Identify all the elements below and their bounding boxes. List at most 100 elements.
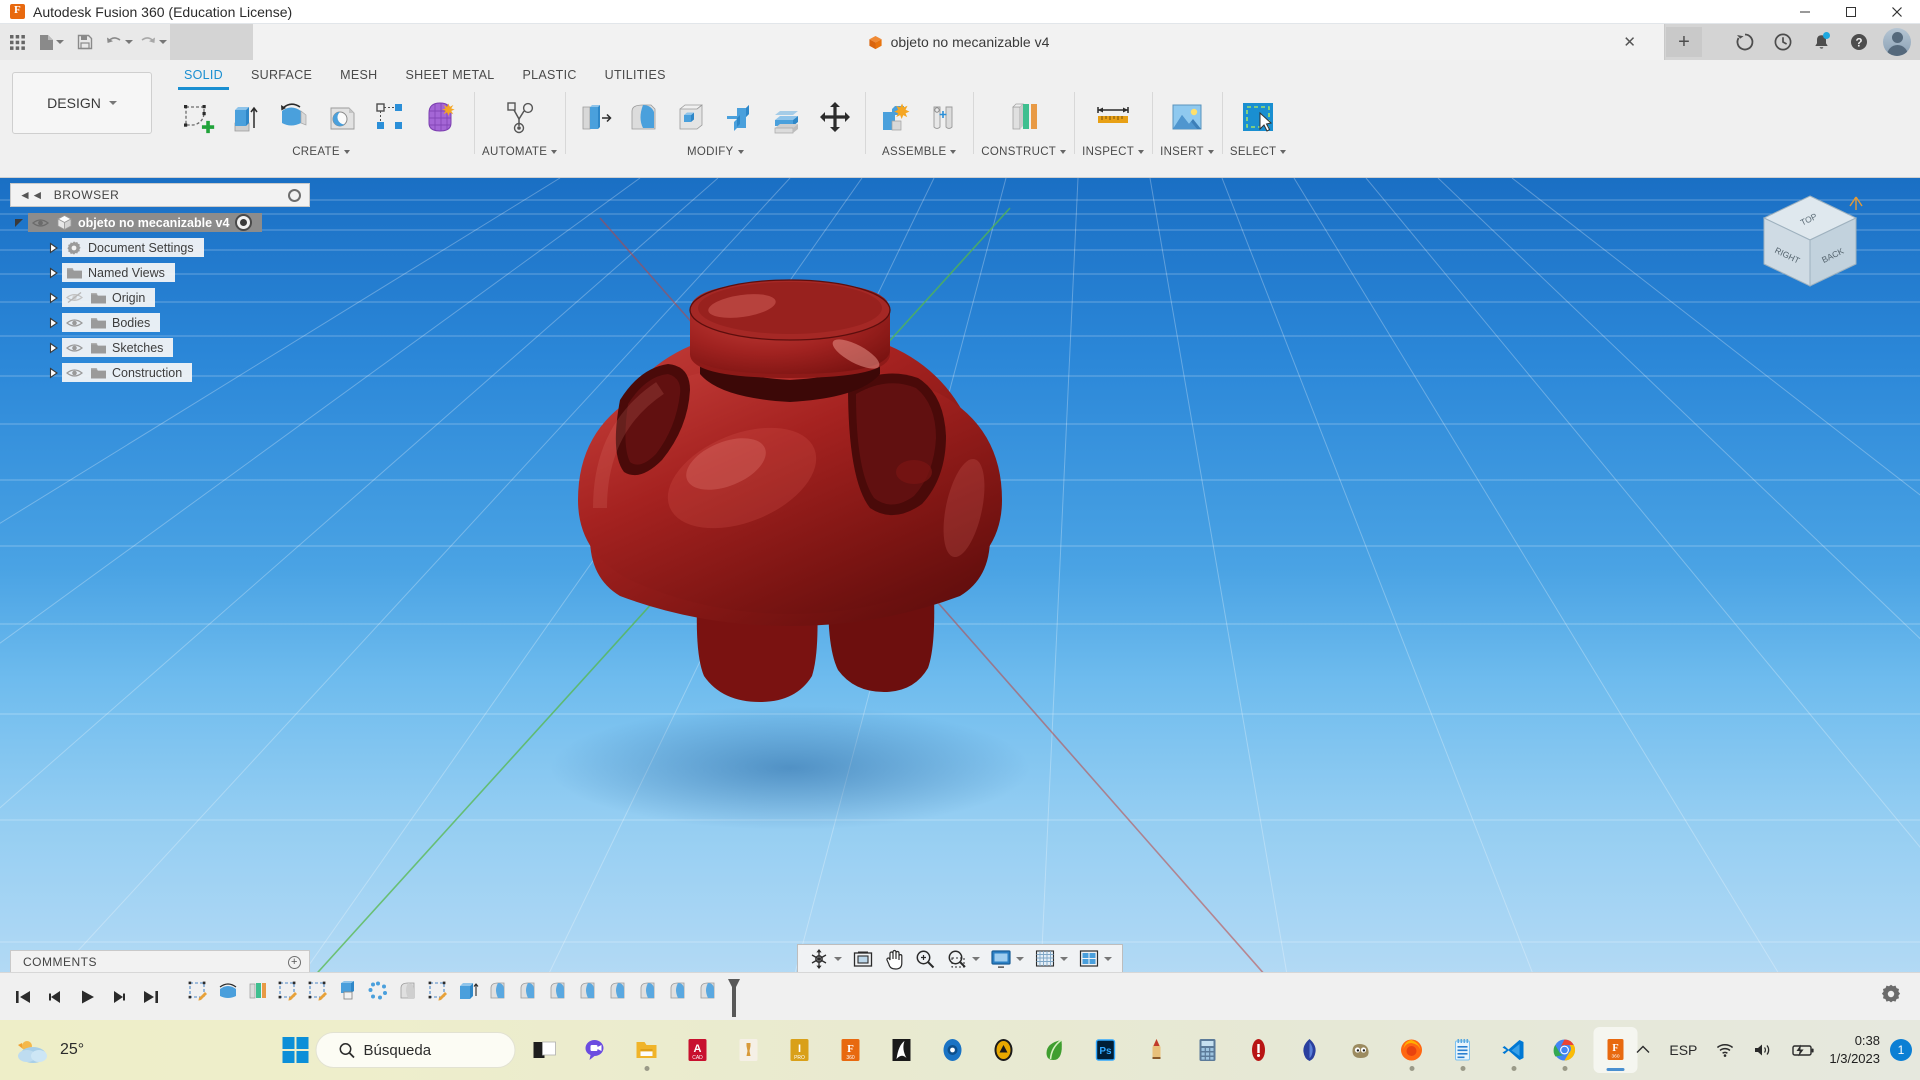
- panel-label-inspect[interactable]: INSPECT: [1082, 146, 1144, 158]
- taskbar-app-gimp[interactable]: [1339, 1027, 1383, 1073]
- chevron-down-icon[interactable]: [1104, 957, 1112, 961]
- timeline-feature-combine[interactable]: [334, 980, 361, 1014]
- zoom-icon[interactable]: [910, 946, 940, 972]
- document-tab[interactable]: objeto no mecanizable v4 ✕: [253, 24, 1665, 60]
- tree-row-construction[interactable]: Construction: [10, 361, 310, 384]
- timeline-feature-extrude[interactable]: [454, 980, 481, 1014]
- tray-expand-chevron-icon[interactable]: [1631, 1044, 1655, 1056]
- taskbar-app-taskview[interactable]: [523, 1027, 567, 1073]
- taskbar-app-blue-diamond[interactable]: [1288, 1027, 1332, 1073]
- volume-icon[interactable]: [1749, 1042, 1777, 1058]
- windows-start-icon[interactable]: [283, 1037, 309, 1063]
- timeline-feature-fillet[interactable]: [694, 980, 721, 1014]
- tab-plastic[interactable]: PLASTIC: [508, 64, 590, 86]
- tray-language-indicator[interactable]: ESP: [1665, 1042, 1701, 1058]
- chevron-down-icon[interactable]: [972, 957, 980, 961]
- timeline-feature-sketch[interactable]: [424, 980, 451, 1014]
- taskbar-app-chat[interactable]: [574, 1027, 618, 1073]
- visibility-eye-icon[interactable]: [62, 342, 86, 354]
- activate-component-radio[interactable]: [235, 214, 252, 231]
- chevron-down-icon[interactable]: [125, 40, 133, 44]
- user-avatar[interactable]: [1880, 25, 1914, 59]
- undo-icon[interactable]: [102, 24, 136, 60]
- move-copy-icon[interactable]: [813, 94, 857, 140]
- shell-icon[interactable]: [669, 94, 713, 140]
- timeline-feature-plane[interactable]: [244, 980, 271, 1014]
- chevron-down-icon[interactable]: [159, 40, 167, 44]
- play-icon[interactable]: [76, 984, 98, 1010]
- panel-label-insert[interactable]: INSERT: [1160, 146, 1214, 158]
- taskbar-app-notes[interactable]: [1441, 1027, 1485, 1073]
- viewports-icon[interactable]: [1074, 946, 1116, 972]
- timeline-feature-fillet[interactable]: [514, 980, 541, 1014]
- browser-options-icon[interactable]: [288, 189, 301, 202]
- chevron-down-icon[interactable]: [834, 957, 842, 961]
- timeline-feature-pattern[interactable]: [364, 980, 391, 1014]
- skip-to-start-icon[interactable]: [12, 984, 34, 1010]
- timeline-feature-sketch[interactable]: [184, 980, 211, 1014]
- panel-label-modify[interactable]: MODIFY: [687, 146, 744, 158]
- visibility-eye-icon[interactable]: [62, 367, 86, 379]
- close-button[interactable]: [1874, 0, 1920, 24]
- tab-surface[interactable]: SURFACE: [237, 64, 326, 86]
- timeline-feature-fillet[interactable]: [664, 980, 691, 1014]
- taskbar-app-autocad[interactable]: ACAD: [676, 1027, 720, 1073]
- timeline-feature-fillet[interactable]: [604, 980, 631, 1014]
- new-component-icon[interactable]: [873, 94, 917, 140]
- display-settings-icon[interactable]: [986, 946, 1028, 972]
- expand-arrow-closed-icon[interactable]: [44, 367, 62, 379]
- timeline-feature-revolve[interactable]: [214, 980, 241, 1014]
- timeline-feature-sketch[interactable]: [304, 980, 331, 1014]
- press-pull-icon[interactable]: [573, 94, 617, 140]
- hole-icon[interactable]: [320, 94, 364, 140]
- expand-arrow-closed-icon[interactable]: [44, 342, 62, 354]
- taskbar-app-fusion360[interactable]: F360: [829, 1027, 873, 1073]
- pattern-icon[interactable]: [368, 94, 412, 140]
- skip-to-end-icon[interactable]: [140, 984, 162, 1010]
- automate-generative-icon[interactable]: [495, 94, 545, 140]
- visibility-eye-icon[interactable]: [28, 217, 52, 229]
- save-icon[interactable]: [68, 24, 102, 60]
- tree-row-named-views[interactable]: Named Views: [10, 261, 310, 284]
- collapse-left-icon[interactable]: ◄◄: [19, 188, 44, 202]
- taskbar-app-vscode[interactable]: [1492, 1027, 1536, 1073]
- battery-charging-icon[interactable]: [1787, 1042, 1819, 1058]
- panel-label-construct[interactable]: CONSTRUCT: [981, 146, 1066, 158]
- panel-label-create[interactable]: CREATE: [292, 146, 350, 158]
- create-sketch-icon[interactable]: [176, 94, 220, 140]
- tab-utilities[interactable]: UTILITIES: [591, 64, 680, 86]
- new-file-icon[interactable]: [34, 24, 68, 60]
- revolve-icon[interactable]: [272, 94, 316, 140]
- view-cube[interactable]: TOP RIGHT BACK: [1750, 192, 1870, 302]
- taskbar-app-unity-hub[interactable]: [982, 1027, 1026, 1073]
- tab-solid[interactable]: SOLID: [170, 64, 237, 86]
- taskbar-app-chrome[interactable]: [1543, 1027, 1587, 1073]
- measure-icon[interactable]: [1088, 94, 1138, 140]
- taskbar-app-inventor-pro[interactable]: IPRO: [778, 1027, 822, 1073]
- timeline-feature-fillet[interactable]: [634, 980, 661, 1014]
- chevron-down-icon[interactable]: [1060, 957, 1068, 961]
- look-at-icon[interactable]: [848, 946, 878, 972]
- tree-row-root[interactable]: objeto no mecanizable v4: [10, 211, 310, 234]
- recent-history-icon[interactable]: [1766, 25, 1800, 59]
- panel-label-select[interactable]: SELECT: [1230, 146, 1287, 158]
- timeline-settings-gear-icon[interactable]: [1880, 983, 1906, 1009]
- notifications-bell-icon[interactable]: [1804, 25, 1838, 59]
- tree-row-bodies[interactable]: Bodies: [10, 311, 310, 334]
- wifi-icon[interactable]: [1711, 1042, 1739, 1058]
- help-icon[interactable]: ?: [1842, 25, 1876, 59]
- redo-icon[interactable]: [136, 24, 170, 60]
- maximize-button[interactable]: [1828, 0, 1874, 24]
- fillet-icon[interactable]: [621, 94, 665, 140]
- new-tab-button[interactable]: +: [1666, 27, 1702, 57]
- taskbar-app-file-explorer[interactable]: [625, 1027, 669, 1073]
- taskbar-app-meshmixer[interactable]: [880, 1027, 924, 1073]
- taskbar-app-firefox[interactable]: [1390, 1027, 1434, 1073]
- expand-arrow-open-icon[interactable]: [10, 217, 28, 229]
- pan-hand-icon[interactable]: [880, 946, 908, 972]
- taskbar-app-inventor[interactable]: [727, 1027, 771, 1073]
- offset-plane-icon[interactable]: [999, 94, 1049, 140]
- taskbar-app-photoshop[interactable]: Ps: [1084, 1027, 1128, 1073]
- orbit-icon[interactable]: [804, 946, 846, 972]
- panel-label-automate[interactable]: AUTOMATE: [482, 146, 557, 158]
